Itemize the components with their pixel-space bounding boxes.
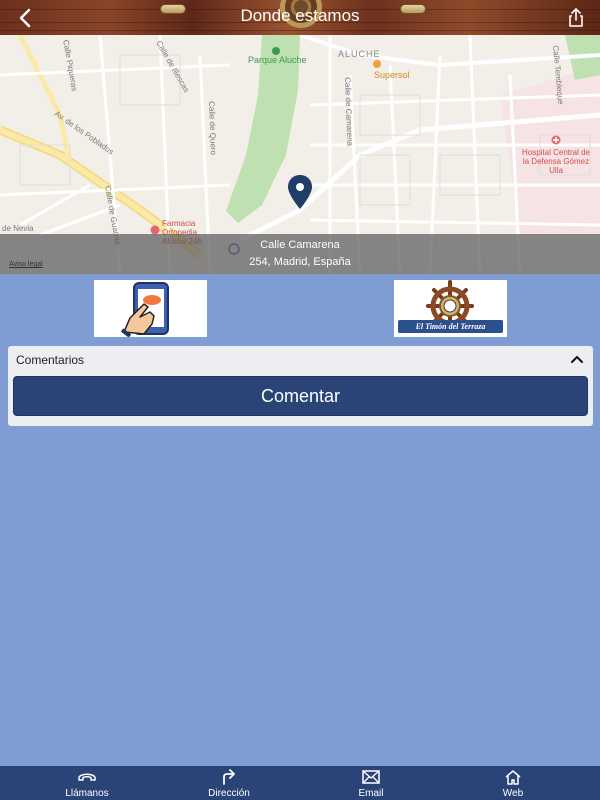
tab-web[interactable]: Web [438, 766, 588, 800]
address-city: 254, Madrid, España [249, 256, 351, 268]
direction-arrow-icon [223, 769, 235, 785]
envelope-icon [362, 770, 380, 784]
restaurant-logo-button[interactable]: El Timón del Terraza [394, 280, 507, 337]
map-label-hospital: Hospital Central de la Defensa Gómez Ull… [521, 148, 591, 175]
tab-call[interactable]: Llámanos [12, 766, 162, 800]
map-label-district: ALUCHE [338, 49, 381, 59]
tab-label: Email [358, 788, 384, 799]
chevron-up-icon [571, 356, 583, 363]
comments-title: Comentarios [16, 353, 85, 367]
share-button[interactable] [564, 6, 588, 30]
phone-tap-icon [120, 282, 169, 337]
map-pin-icon [288, 175, 312, 209]
contact-app-button[interactable] [94, 280, 207, 337]
map-label-street-nevia: de Nevia [2, 224, 34, 233]
tab-email[interactable]: Email [296, 766, 446, 800]
share-icon [569, 8, 583, 27]
collapse-comments-button[interactable] [569, 351, 585, 367]
address-street: Calle Camarena [260, 239, 340, 251]
location-map[interactable]: Parque Aluche ALUCHE Supersol Hospital C… [0, 35, 600, 274]
comment-button[interactable]: Comentar [13, 376, 588, 416]
map-label-street-quero: Calle de Quero [207, 101, 218, 156]
map-label-park: Parque Aluche [248, 55, 307, 65]
map-pin[interactable] [288, 175, 312, 209]
tab-label: Dirección [208, 788, 250, 799]
bottom-tab-bar: Llámanos Dirección Email Web [0, 766, 600, 800]
header-bar: Donde estamos [0, 0, 600, 35]
page-title: Donde estamos [240, 6, 360, 25]
logo-text: El Timón del Terraza [415, 322, 486, 331]
comments-panel: Comentarios Comentar [8, 346, 593, 426]
tab-label: Llámanos [65, 788, 109, 799]
tab-label: Web [502, 788, 524, 799]
address-overlay: Calle Camarena 254, Madrid, España [0, 234, 600, 274]
legal-link[interactable]: Aviso legal [9, 261, 43, 268]
map-label-supermarket: Supersol [374, 70, 410, 80]
phone-icon [78, 773, 96, 781]
home-icon [505, 770, 521, 785]
tab-directions[interactable]: Dirección [154, 766, 304, 800]
